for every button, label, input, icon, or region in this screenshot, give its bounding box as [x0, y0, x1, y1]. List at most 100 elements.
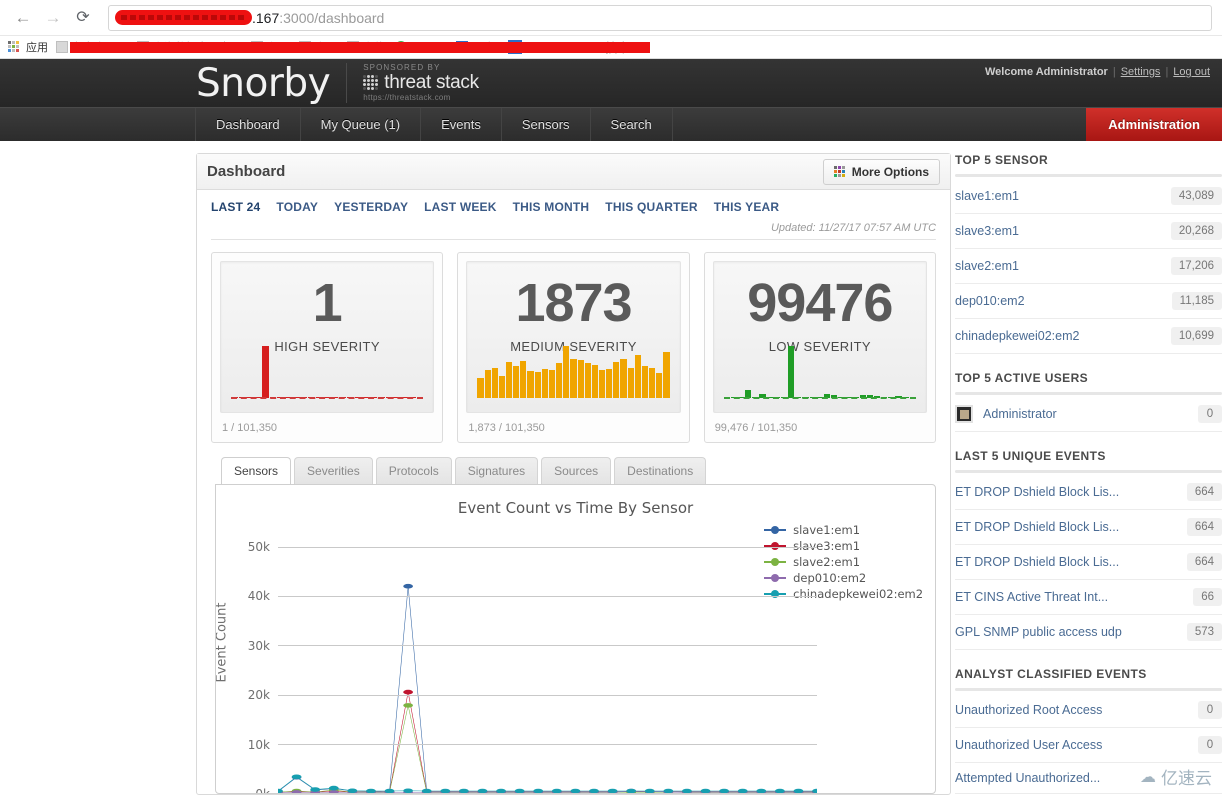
page-title: Dashboard	[207, 163, 286, 180]
row-value: 17,206	[1170, 257, 1222, 275]
row-value: 43,089	[1170, 187, 1222, 205]
updated-timestamp: Updated: 11/27/17 07:57 AM UTC	[770, 222, 937, 234]
row-label: dep010:em2	[955, 294, 1025, 308]
sensor-row[interactable]: slave3:em1 20,268	[955, 214, 1222, 249]
chart-series-line	[278, 777, 817, 791]
row-value: 10,699	[1170, 327, 1222, 345]
classified-event-row[interactable]: Attempted Unauthorized...	[955, 763, 1222, 794]
sensor-row[interactable]: slave2:em1 17,206	[955, 249, 1222, 284]
welcome-bar: Welcome Administrator | Settings | Log out	[984, 66, 1210, 78]
chart-y-axis-label: Event Count	[215, 602, 230, 683]
sensor-row[interactable]: slave1:em1 43,089	[955, 179, 1222, 214]
nav-left-spacer	[0, 108, 196, 141]
bookmark-apps-label[interactable]: 应用	[26, 39, 48, 55]
row-value: 664	[1186, 483, 1222, 501]
tab-destinations[interactable]: Destinations	[614, 457, 707, 484]
range-this-month[interactable]: THIS MONTH	[513, 200, 590, 214]
redaction-overlay	[70, 42, 650, 53]
section-rule	[955, 392, 1222, 395]
chart-y-tick: 30k	[247, 638, 270, 653]
reload-icon[interactable]: ⟳	[70, 5, 96, 31]
chart-data-point[interactable]	[310, 787, 321, 792]
row-value: 0	[1198, 701, 1222, 719]
severity-sparkline	[231, 346, 424, 398]
range-yesterday[interactable]: YESTERDAY	[334, 200, 408, 214]
nav-item-dashboard[interactable]: Dashboard	[196, 108, 301, 141]
tab-protocols[interactable]: Protocols	[375, 457, 452, 484]
legend-item[interactable]: slave1:em1	[764, 523, 923, 537]
url-path: :3000/dashboard	[279, 9, 385, 26]
sparkline-baseline	[231, 397, 424, 399]
more-options-button[interactable]: More Options	[822, 158, 941, 185]
chart-data-point[interactable]	[403, 703, 413, 708]
sensor-row[interactable]: chinadepkewei02:em2 10,699	[955, 319, 1222, 354]
range-this-year[interactable]: THIS YEAR	[714, 200, 780, 214]
range-today[interactable]: TODAY	[276, 200, 318, 214]
unique-event-row[interactable]: ET DROP Dshield Block Lis... 664	[955, 545, 1222, 580]
forward-arrow-icon[interactable]: →	[40, 5, 66, 31]
nav-item-my-queue[interactable]: My Queue (1)	[301, 108, 422, 141]
row-label: ET DROP Dshield Block Lis...	[955, 520, 1120, 534]
row-value: 664	[1186, 553, 1222, 571]
range-this-quarter[interactable]: THIS QUARTER	[605, 200, 697, 214]
threatstack-dots-icon	[363, 75, 379, 91]
nav-item-events[interactable]: Events	[421, 108, 502, 141]
section-title: LAST 5 UNIQUE EVENTS	[955, 449, 1106, 463]
severity-count: 1	[312, 273, 343, 333]
unique-event-row[interactable]: GPL SNMP public access udp 573	[955, 615, 1222, 650]
unique-event-row[interactable]: ET DROP Dshield Block Lis... 664	[955, 510, 1222, 545]
severity-card-medium[interactable]: 1873 MEDIUM SEVERITY 1,873 / 101,350	[457, 252, 690, 443]
row-value: 573	[1186, 623, 1222, 641]
apps-grid-icon[interactable]	[8, 41, 20, 53]
page-content: Dashboard More Options LAST 24 TODAY YES…	[0, 141, 1222, 795]
back-icon[interactable]: ←	[10, 5, 36, 31]
more-options-label: More Options	[851, 164, 930, 179]
chart-data-point[interactable]	[328, 785, 339, 791]
nav-item-search[interactable]: Search	[591, 108, 673, 141]
range-last-week[interactable]: LAST WEEK	[424, 200, 496, 214]
chart-gridline: 50k	[248, 540, 818, 554]
event-chart: Event Count vs Time By Sensor Event Coun…	[215, 484, 937, 794]
time-range-tabs: LAST 24 TODAY YESTERDAY LAST WEEK THIS M…	[211, 200, 936, 214]
classified-event-row[interactable]: Unauthorized User Access 0	[955, 728, 1222, 763]
address-bar[interactable]: .167:3000/dashboard	[108, 4, 1212, 31]
severity-card-high[interactable]: 1 HIGH SEVERITY 1 / 101,350	[211, 252, 444, 443]
section-rule	[955, 470, 1222, 473]
chart-data-point[interactable]	[291, 774, 302, 780]
main-navigation: Dashboard My Queue (1) Events Sensors Se…	[0, 107, 1222, 141]
tab-sensors[interactable]: Sensors	[221, 457, 292, 484]
list-item[interactable]: Administrator 0	[955, 397, 1222, 432]
section-unique-events: LAST 5 UNIQUE EVENTS ET DROP Dshield Blo…	[955, 449, 1222, 650]
row-label: slave2:em1	[955, 259, 1019, 273]
sensor-row[interactable]: dep010:em2 11,185	[955, 284, 1222, 319]
row-value: 11,185	[1171, 292, 1222, 310]
settings-link[interactable]: Settings	[1121, 66, 1161, 78]
unique-event-row[interactable]: ET CINS Active Threat Int... 66	[955, 580, 1222, 615]
section-classified-events: ANALYST CLASSIFIED EVENTS Unauthorized R…	[955, 667, 1222, 794]
sponsored-by-label: SPONSORED BY	[363, 62, 441, 72]
row-label: slave1:em1	[955, 189, 1019, 203]
severity-sparkline	[477, 346, 670, 398]
tab-sources[interactable]: Sources	[541, 457, 612, 484]
main-column: Dashboard More Options LAST 24 TODAY YES…	[196, 153, 952, 795]
chart-plot-area: 0k 10k 20k 30k 40k 50k	[248, 537, 822, 793]
chart-y-tick: 50k	[247, 539, 270, 554]
logout-link[interactable]: Log out	[1173, 66, 1210, 78]
time-range-bar: LAST 24 TODAY YESTERDAY LAST WEEK THIS M…	[197, 190, 950, 216]
unique-event-row[interactable]: ET DROP Dshield Block Lis... 664	[955, 475, 1222, 510]
threatstack-name: threat stack	[384, 72, 479, 94]
nav-item-administration[interactable]: Administration	[1086, 108, 1222, 141]
severity-card-low[interactable]: 99476 LOW SEVERITY 99,476 / 101,350	[703, 252, 937, 443]
row-label: Unauthorized User Access	[955, 738, 1103, 752]
chart-y-tick: 20k	[247, 688, 270, 703]
tab-signatures[interactable]: Signatures	[454, 457, 539, 484]
row-label: Unauthorized Root Access	[955, 703, 1103, 717]
nav-item-sensors[interactable]: Sensors	[502, 108, 591, 141]
classified-event-row[interactable]: Unauthorized Root Access 0	[955, 693, 1222, 728]
section-title: ANALYST CLASSIFIED EVENTS	[955, 667, 1147, 681]
tab-severities[interactable]: Severities	[294, 457, 373, 484]
row-value: 20,268	[1170, 222, 1222, 240]
welcome-text: Welcome Administrator	[984, 66, 1108, 78]
range-last-24[interactable]: LAST 24	[211, 200, 260, 214]
chart-data-point[interactable]	[403, 583, 413, 589]
